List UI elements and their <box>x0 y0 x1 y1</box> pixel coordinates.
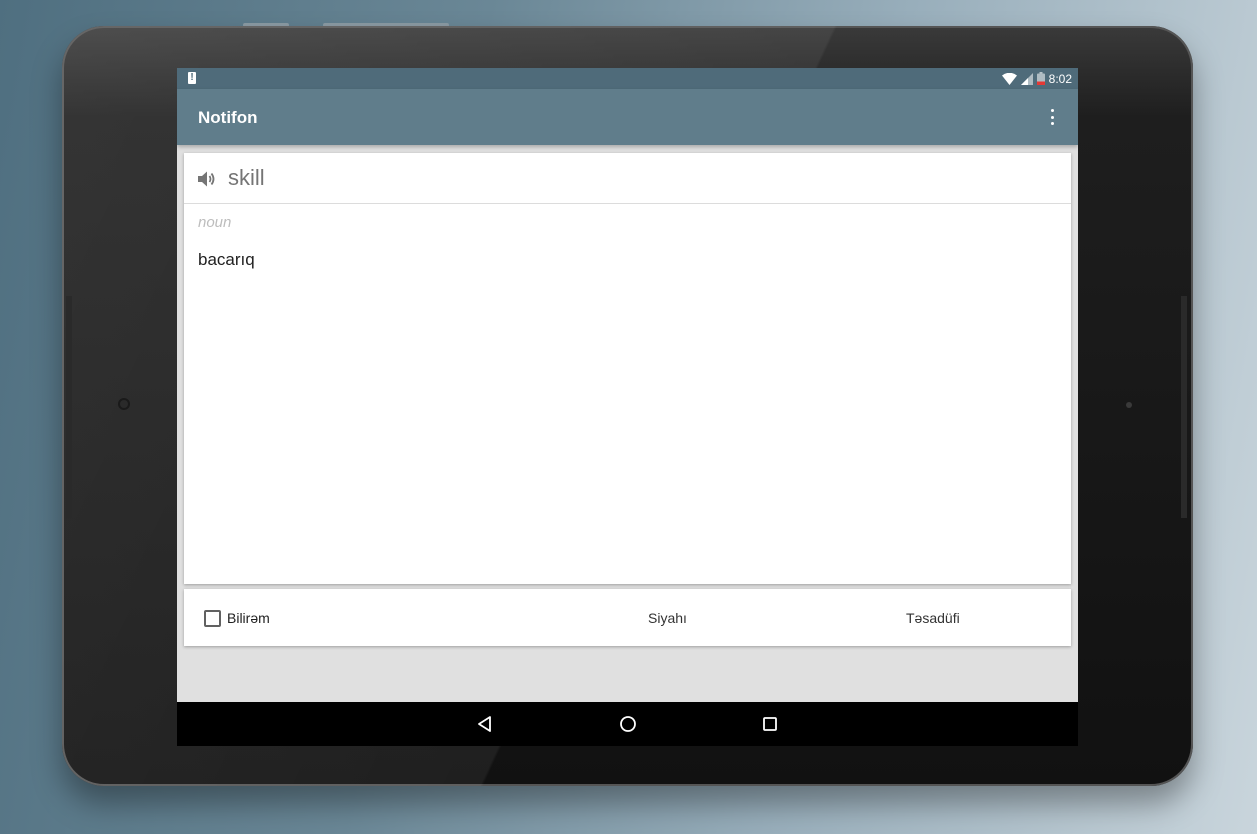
know-checkbox-row[interactable]: Bilirəm <box>204 609 270 627</box>
left-speaker-grille <box>66 296 72 518</box>
app-bar: Notifon <box>177 89 1078 145</box>
word-header: skill <box>184 153 1071 204</box>
light-sensor <box>1126 402 1132 408</box>
recents-icon[interactable] <box>760 714 780 734</box>
part-of-speech: noun <box>198 214 232 231</box>
translation-text: bacarıq <box>198 250 255 269</box>
word-card: skill noun bacarıq <box>184 153 1071 584</box>
know-label: Bilirəm <box>227 610 270 626</box>
know-checkbox[interactable] <box>204 609 221 627</box>
list-button[interactable]: Siyahı <box>648 610 687 626</box>
battery-icon <box>1036 72 1045 85</box>
signal-icon <box>1020 72 1033 85</box>
word-text: skill <box>228 165 265 190</box>
home-icon[interactable] <box>618 714 638 734</box>
status-time: 8:02 <box>1048 71 1072 86</box>
status-bar: ! 8:02 <box>177 68 1078 89</box>
back-icon[interactable] <box>475 714 495 734</box>
status-icons: 8:02 <box>1001 71 1072 86</box>
navigation-bar <box>177 702 1078 746</box>
overflow-menu-icon[interactable] <box>1044 107 1060 127</box>
alert-icon: ! <box>188 72 196 84</box>
device-screen: ! 8:02 Notifon skill noun bacarıq Bilirə… <box>177 68 1078 702</box>
front-camera <box>118 398 130 410</box>
speaker-icon[interactable] <box>197 170 217 188</box>
bottom-action-bar: Bilirəm Siyahı Təsadüfi <box>184 589 1071 646</box>
app-title: Notifon <box>198 108 258 127</box>
right-speaker-grille <box>1181 296 1187 518</box>
wifi-icon <box>1001 72 1017 85</box>
random-button[interactable]: Təsadüfi <box>906 610 960 626</box>
